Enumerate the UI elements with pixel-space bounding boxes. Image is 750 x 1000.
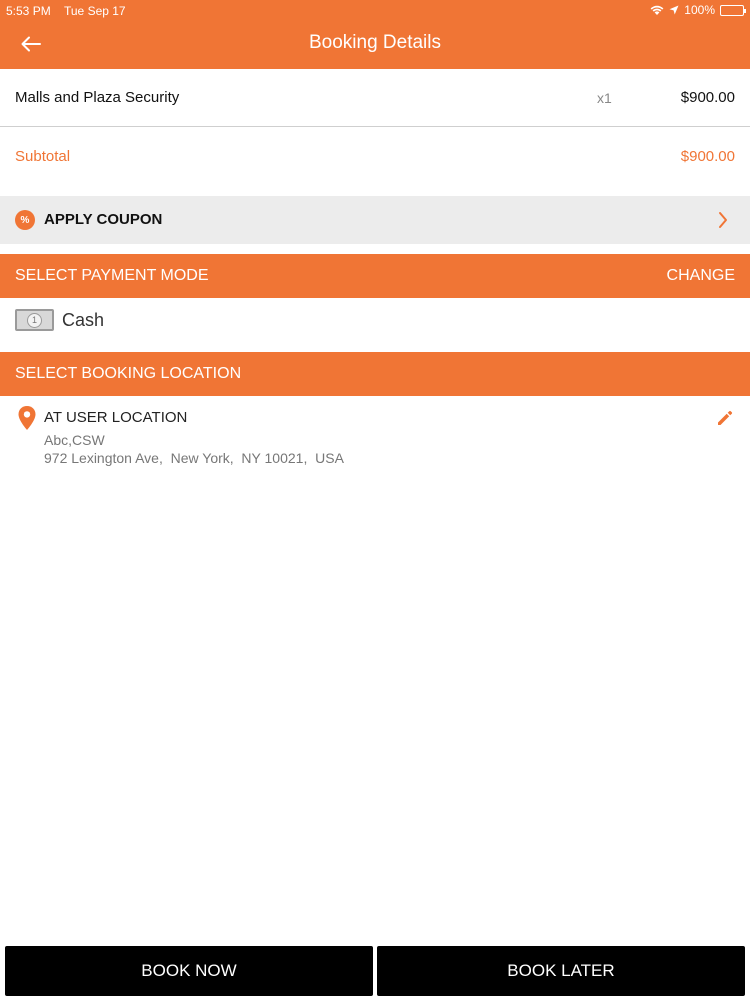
apply-coupon-row[interactable]: % APPLY COUPON — [0, 196, 750, 244]
payment-mode-header: SELECT PAYMENT MODE CHANGE — [0, 254, 750, 298]
book-now-button[interactable]: BOOK NOW — [5, 946, 373, 996]
status-bar: 5:53 PM Tue Sep 17 100% — [0, 0, 750, 22]
top-bar: 5:53 PM Tue Sep 17 100% Booking Details — [0, 0, 750, 69]
order-item-row: Malls and Plaza Security x1 $900.00 — [0, 69, 750, 127]
item-name: Malls and Plaza Security — [15, 89, 180, 106]
battery-percent: 100% — [684, 3, 715, 17]
change-payment-button[interactable]: CHANGE — [667, 267, 735, 285]
status-date: Tue Sep 17 — [64, 4, 126, 18]
coupon-percent-icon: % — [15, 210, 35, 230]
payment-mode-label: SELECT PAYMENT MODE — [15, 267, 209, 284]
booking-location-header: SELECT BOOKING LOCATION — [0, 352, 750, 396]
coin-icon: 1 — [27, 312, 42, 328]
payment-method-row[interactable] — [0, 298, 750, 352]
book-later-button[interactable]: BOOK LATER — [377, 946, 745, 996]
location-arrow-icon — [669, 5, 679, 15]
cash-icon: 1 — [15, 309, 54, 331]
page-title: Booking Details — [308, 32, 442, 53]
subtotal-value: $900.00 — [680, 148, 735, 165]
address-line-1: Abc,CSW — [44, 432, 105, 448]
location-type: AT USER LOCATION — [44, 409, 188, 426]
payment-method-label: Cash — [62, 310, 105, 330]
address-line-2: 972 Lexington Ave, New York, NY 10021, U… — [44, 450, 344, 466]
booking-location-label: SELECT BOOKING LOCATION — [15, 365, 242, 382]
edit-pencil-icon[interactable] — [716, 409, 734, 427]
apply-coupon-label: APPLY COUPON — [44, 211, 163, 228]
wifi-icon — [650, 5, 664, 15]
map-pin-icon — [18, 406, 36, 430]
bottom-action-bar: BOOK NOW BOOK LATER — [0, 944, 750, 1000]
subtotal-row: Subtotal $900.00 — [0, 127, 750, 187]
item-price: $900.00 — [680, 89, 735, 106]
status-time: 5:53 PM — [6, 4, 51, 18]
status-indicators: 100% — [650, 3, 746, 17]
chevron-right-icon — [719, 212, 727, 228]
item-quantity: x1 — [597, 90, 612, 106]
subtotal-label: Subtotal — [15, 148, 71, 165]
battery-icon — [720, 4, 746, 16]
